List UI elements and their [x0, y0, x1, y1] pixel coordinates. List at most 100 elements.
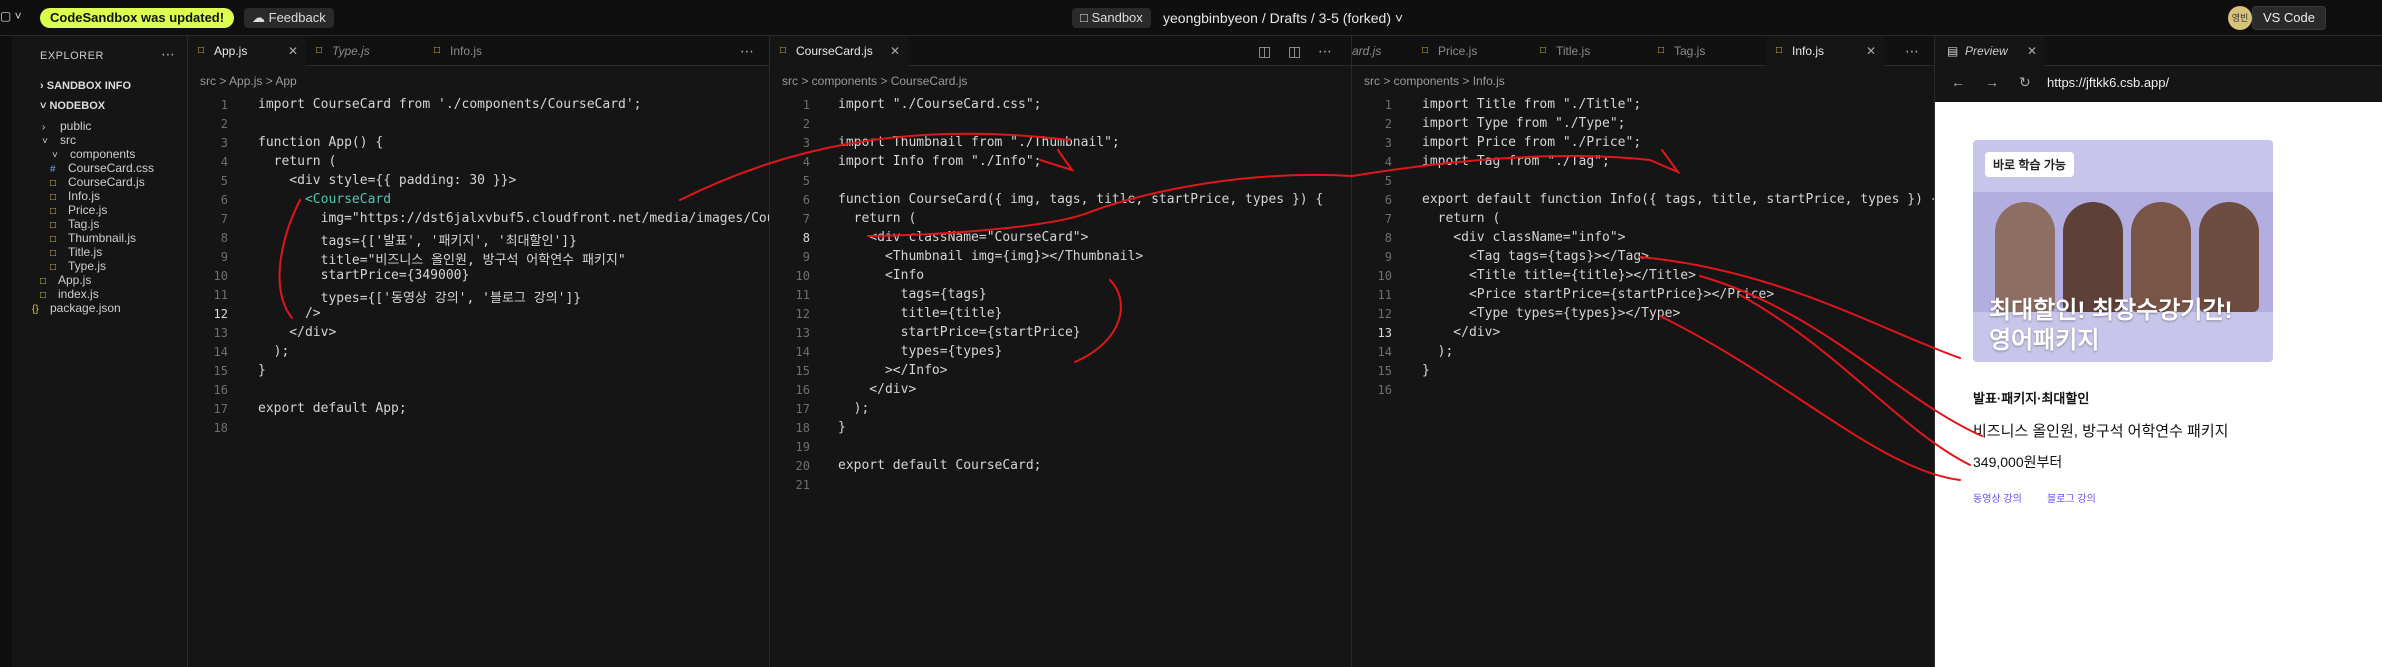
- line-number: 9: [220, 250, 228, 264]
- tab-tag-js[interactable]: □ Tag.js: [1648, 36, 1766, 66]
- preview-icon: ▤: [1947, 44, 1959, 58]
- project-section[interactable]: ˅ NODEBOX: [40, 100, 105, 112]
- close-icon[interactable]: ✕: [2027, 36, 2037, 66]
- line-number: 2: [1384, 117, 1392, 131]
- course-thumbnail: 바로 학습 가능 최대할인! 최장수강기간! 영어패키지: [1973, 140, 2273, 362]
- tab-price-js[interactable]: □ Price.js: [1412, 36, 1530, 66]
- preview-url[interactable]: https://jftkk6.csb.app/: [2047, 75, 2169, 90]
- line-number: 6: [1384, 193, 1392, 207]
- tree-label: package.json: [50, 301, 121, 315]
- code-line: <Thumbnail img={img}></Thumbnail>: [838, 249, 1144, 264]
- code-line: import Tag from "./Tag";: [1422, 154, 1610, 169]
- line-number: 10: [213, 269, 228, 283]
- line-number: 7: [802, 212, 810, 226]
- js-file-icon: □: [316, 45, 323, 56]
- feedback-icon: ☁: [252, 10, 269, 25]
- code-line: </div>: [1422, 325, 1501, 340]
- more-icon[interactable]: ⋯: [1905, 36, 1919, 66]
- breadcrumb: src > App.js > App: [200, 74, 297, 88]
- line-number: 5: [1384, 174, 1392, 188]
- line-number: 20: [795, 459, 810, 473]
- codesandbox-logo-icon[interactable]: ▢ ˅: [0, 9, 22, 27]
- tab-info-js[interactable]: □ Info.js: [424, 36, 542, 66]
- tab-label: App.js: [214, 44, 248, 58]
- tab-preview[interactable]: ▤ Preview ✕: [1935, 36, 2045, 66]
- close-icon[interactable]: ✕: [1866, 36, 1876, 66]
- code-line: startPrice={349000}: [258, 268, 470, 283]
- code-line: <Price startPrice={startPrice}></Price>: [1422, 287, 1775, 302]
- line-number: 19: [795, 440, 810, 454]
- refresh-icon[interactable]: ↻: [2019, 74, 2031, 91]
- line-number: 18: [213, 421, 228, 435]
- tab-title-js[interactable]: □ Title.js: [1530, 36, 1648, 66]
- tab-info-js[interactable]: □ Info.js ✕: [1766, 36, 1884, 66]
- preview-tab-bar: ▤ Preview ✕: [1935, 36, 2382, 66]
- sandbox-path-label: yeongbinbyeon / Drafts / 3-5 (forked): [1163, 10, 1392, 26]
- tab-label: Tag.js: [1674, 44, 1706, 58]
- tab-label: Type.js: [332, 44, 370, 58]
- preview-panel: ▤ Preview ✕ ← → ↻ https://jftkk6.csb.app/ …: [1935, 36, 2382, 667]
- close-icon[interactable]: ✕: [890, 36, 900, 66]
- update-badge[interactable]: CodeSandbox was updated!: [40, 8, 235, 28]
- avatar[interactable]: 영빈: [2228, 6, 2252, 30]
- course-tags: 발표·패키지·최대할인: [1973, 391, 2090, 406]
- code-line: types={['동영상 강의', '블로그 강의']}: [258, 291, 582, 306]
- split-editor-icon[interactable]: ◫: [1258, 36, 1271, 66]
- feedback-button[interactable]: ☁ Feedback: [244, 8, 334, 28]
- vscode-button[interactable]: VS Code: [2251, 6, 2326, 30]
- line-number: 5: [220, 174, 228, 188]
- chevron-down-icon: ˅: [1391, 10, 1404, 26]
- layout-icon[interactable]: ◫: [1288, 36, 1301, 66]
- code-line: export default CourseCard;: [838, 458, 1042, 473]
- code-line: <CourseCard: [258, 192, 392, 207]
- code-line: <Info: [838, 268, 925, 283]
- more-icon[interactable]: ⋯: [161, 46, 175, 63]
- line-number: 11: [1377, 288, 1392, 302]
- line-number: 9: [1384, 250, 1392, 264]
- tab-app-js[interactable]: □ App.js ✕: [188, 36, 306, 66]
- line-number: 2: [802, 117, 810, 131]
- code-line: import Thumbnail from "./Thumbnail";: [838, 135, 1120, 150]
- code-line: import Type from "./Type";: [1422, 116, 1626, 131]
- activity-bar: [0, 36, 12, 667]
- code-line: function CourseCard({ img, tags, title, …: [838, 192, 1324, 207]
- tab-bar: ard.js □ Price.js □ Title.js □ Tag.js □ Info…: [1352, 36, 1934, 66]
- code-line: );: [1422, 344, 1454, 359]
- code-line: import Info from "./Info";: [838, 154, 1042, 169]
- line-number: 6: [802, 193, 810, 207]
- line-number: 14: [213, 345, 228, 359]
- tab-type-js[interactable]: □ Type.js: [306, 36, 424, 66]
- code-line: <Title title={title}></Title>: [1422, 268, 1696, 283]
- tab-label: Price.js: [1438, 44, 1478, 58]
- file-package-json[interactable]: {} package.json: [32, 298, 121, 318]
- sandbox-path[interactable]: yeongbinbyeon / Drafts / 3-5 (forked) ˅: [1163, 10, 1403, 26]
- js-file-icon: □: [1776, 45, 1783, 56]
- tab-label: Preview: [1965, 44, 2008, 58]
- code-line: </div>: [258, 325, 337, 340]
- forward-icon[interactable]: →: [1985, 74, 1999, 90]
- line-number: 2: [220, 117, 228, 131]
- tab-coursecard-js[interactable]: □ CourseCard.js ✕: [770, 36, 908, 66]
- more-icon[interactable]: ⋯: [1318, 36, 1332, 66]
- back-icon[interactable]: ←: [1951, 74, 1965, 90]
- code-line: return (: [258, 154, 337, 169]
- sandbox-info-section[interactable]: › SANDBOX INFO: [40, 80, 131, 92]
- tab-coursecard-js-partial[interactable]: ard.js: [1352, 36, 1412, 66]
- close-icon[interactable]: ✕: [288, 36, 298, 66]
- editor-pane-info: ard.js □ Price.js □ Title.js □ Tag.js □ Info…: [1352, 36, 1935, 667]
- tab-label: CourseCard.js: [796, 44, 873, 58]
- code-line: export default App;: [258, 401, 407, 416]
- js-file-icon: □: [1658, 45, 1665, 56]
- course-type: 블로그 강의: [2047, 494, 2096, 505]
- line-number: 1: [220, 98, 228, 112]
- code-line: import Price from "./Price";: [1422, 135, 1642, 150]
- code-line: img="https://dst6jalxvbuf5.cloudfront.ne…: [258, 211, 770, 226]
- tab-bar: □ CourseCard.js ✕ ◫ ◫ ⋯: [770, 36, 1351, 66]
- explorer-title: EXPLORER: [40, 50, 104, 62]
- line-number: 8: [802, 231, 810, 245]
- more-icon[interactable]: ⋯: [740, 36, 754, 66]
- code-line: return (: [1422, 211, 1501, 226]
- line-number: 11: [213, 288, 228, 302]
- preview-viewport: 바로 학습 가능 최대할인! 최장수강기간! 영어패키지 발표·패키지·최대할인…: [1935, 102, 2382, 667]
- code-line: />: [258, 306, 321, 321]
